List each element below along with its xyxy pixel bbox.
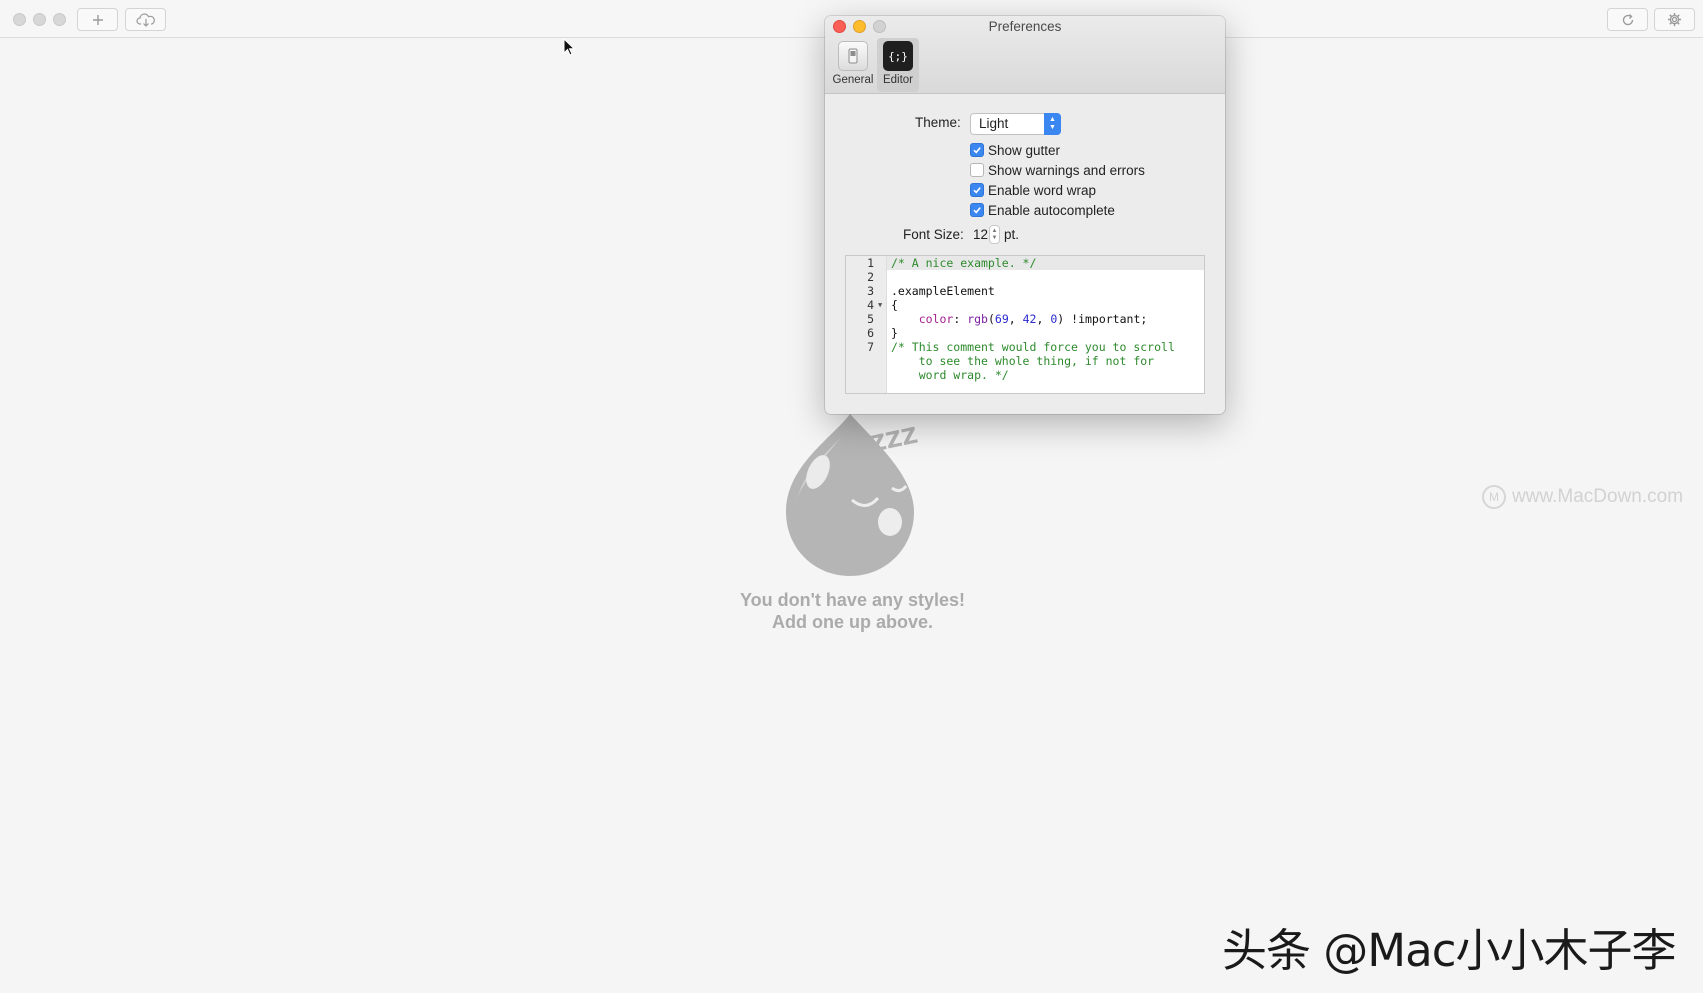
- code-line: /* This comment would force you to scrol…: [891, 340, 1175, 354]
- switch-icon: [838, 41, 868, 71]
- code-line: to see the whole thing, if not for: [891, 354, 1155, 368]
- tab-general-label: General: [832, 74, 874, 86]
- font-size-unit: pt.: [1004, 227, 1020, 242]
- line-number: 6: [867, 326, 874, 340]
- cloud-button[interactable]: [125, 8, 166, 31]
- line-number: 1: [867, 256, 874, 270]
- word-wrap-checkbox[interactable]: [970, 183, 984, 197]
- font-size-stepper[interactable]: ▲ ▼: [989, 225, 1000, 244]
- line-number: 2: [867, 270, 874, 284]
- sleeping-drop-mascot: ZZZ: [786, 414, 920, 576]
- code-line: .exampleElement: [891, 284, 995, 298]
- macdown-logo-icon: M: [1482, 485, 1506, 509]
- line-number: 5: [867, 312, 874, 326]
- show-gutter-checkbox[interactable]: [970, 143, 984, 157]
- code-line: }: [891, 326, 898, 340]
- refresh-button[interactable]: [1607, 8, 1648, 31]
- code-braces-icon: {;}: [883, 41, 913, 71]
- gear-icon: [1667, 12, 1682, 27]
- tab-general[interactable]: General: [832, 38, 874, 92]
- refresh-icon: [1622, 13, 1633, 25]
- line-number: 3: [867, 284, 874, 298]
- code-line-declaration: color: rgb(69, 42, 0) !important;: [918, 312, 1148, 326]
- theme-label: Theme:: [915, 115, 961, 130]
- preferences-title: Preferences: [988, 19, 1062, 34]
- empty-state-subtitle: Add one up above.: [771, 612, 933, 632]
- settings-button[interactable]: [1654, 8, 1695, 31]
- show-warnings-checkbox[interactable]: [970, 163, 984, 177]
- tab-editor[interactable]: {;} Editor: [877, 38, 919, 92]
- chevron-updown-icon: ▲ ▼: [1044, 113, 1061, 135]
- code-line: {: [891, 298, 898, 312]
- autocomplete-row[interactable]: Enable autocomplete: [970, 201, 1115, 219]
- window-close-button[interactable]: [13, 13, 26, 26]
- show-gutter-row[interactable]: Show gutter: [970, 141, 1060, 159]
- checkmark-icon: [973, 147, 981, 154]
- fold-arrow-icon[interactable]: ▼: [878, 298, 882, 312]
- zzz-text: ZZZ: [868, 423, 920, 457]
- watermark-author: 头条 @Mac小小木子李: [1222, 924, 1676, 977]
- watermark-url-text: www.MacDown.com: [1512, 486, 1684, 507]
- theme-select[interactable]: Light ▲ ▼: [970, 113, 1061, 135]
- autocomplete-label: Enable autocomplete: [988, 202, 1115, 218]
- show-warnings-row[interactable]: Show warnings and errors: [970, 161, 1145, 179]
- theme-select-value: Light: [979, 116, 1009, 131]
- font-size-label: Font Size:: [903, 227, 964, 242]
- watermark-url: M www.MacDown.com: [1482, 485, 1683, 509]
- add-style-button[interactable]: [77, 8, 118, 31]
- checkmark-icon: [973, 187, 981, 194]
- code-line: /* A nice example. */: [891, 256, 1037, 270]
- checkmark-icon: [973, 207, 981, 214]
- show-gutter-label: Show gutter: [988, 142, 1061, 158]
- line-number: 7: [867, 340, 874, 354]
- cloud-download-icon: [135, 12, 155, 27]
- plus-icon: [92, 14, 103, 25]
- code-line: word wrap. */: [891, 368, 1009, 382]
- preferences-titlebar: Preferences General {;} Editor: [825, 16, 1225, 94]
- preferences-window: Preferences General {;} Editor Theme: Li…: [825, 16, 1225, 414]
- empty-state-title: You don't have any styles!: [740, 590, 965, 610]
- line-number: 4: [867, 298, 874, 312]
- word-wrap-row[interactable]: Enable word wrap: [970, 181, 1096, 199]
- tab-editor-label: Editor: [882, 74, 914, 86]
- window-zoom-button[interactable]: [53, 13, 66, 26]
- autocomplete-checkbox[interactable]: [970, 203, 984, 217]
- font-size-value[interactable]: 12: [973, 227, 988, 242]
- word-wrap-label: Enable word wrap: [988, 182, 1097, 198]
- code-preview[interactable]: 1 2 3 4 ▼ 5 6 7 /* A nice example. */ .e…: [845, 255, 1205, 394]
- mouse-cursor-icon: [563, 38, 575, 56]
- show-warnings-label: Show warnings and errors: [988, 162, 1145, 178]
- window-minimize-button[interactable]: [33, 13, 46, 26]
